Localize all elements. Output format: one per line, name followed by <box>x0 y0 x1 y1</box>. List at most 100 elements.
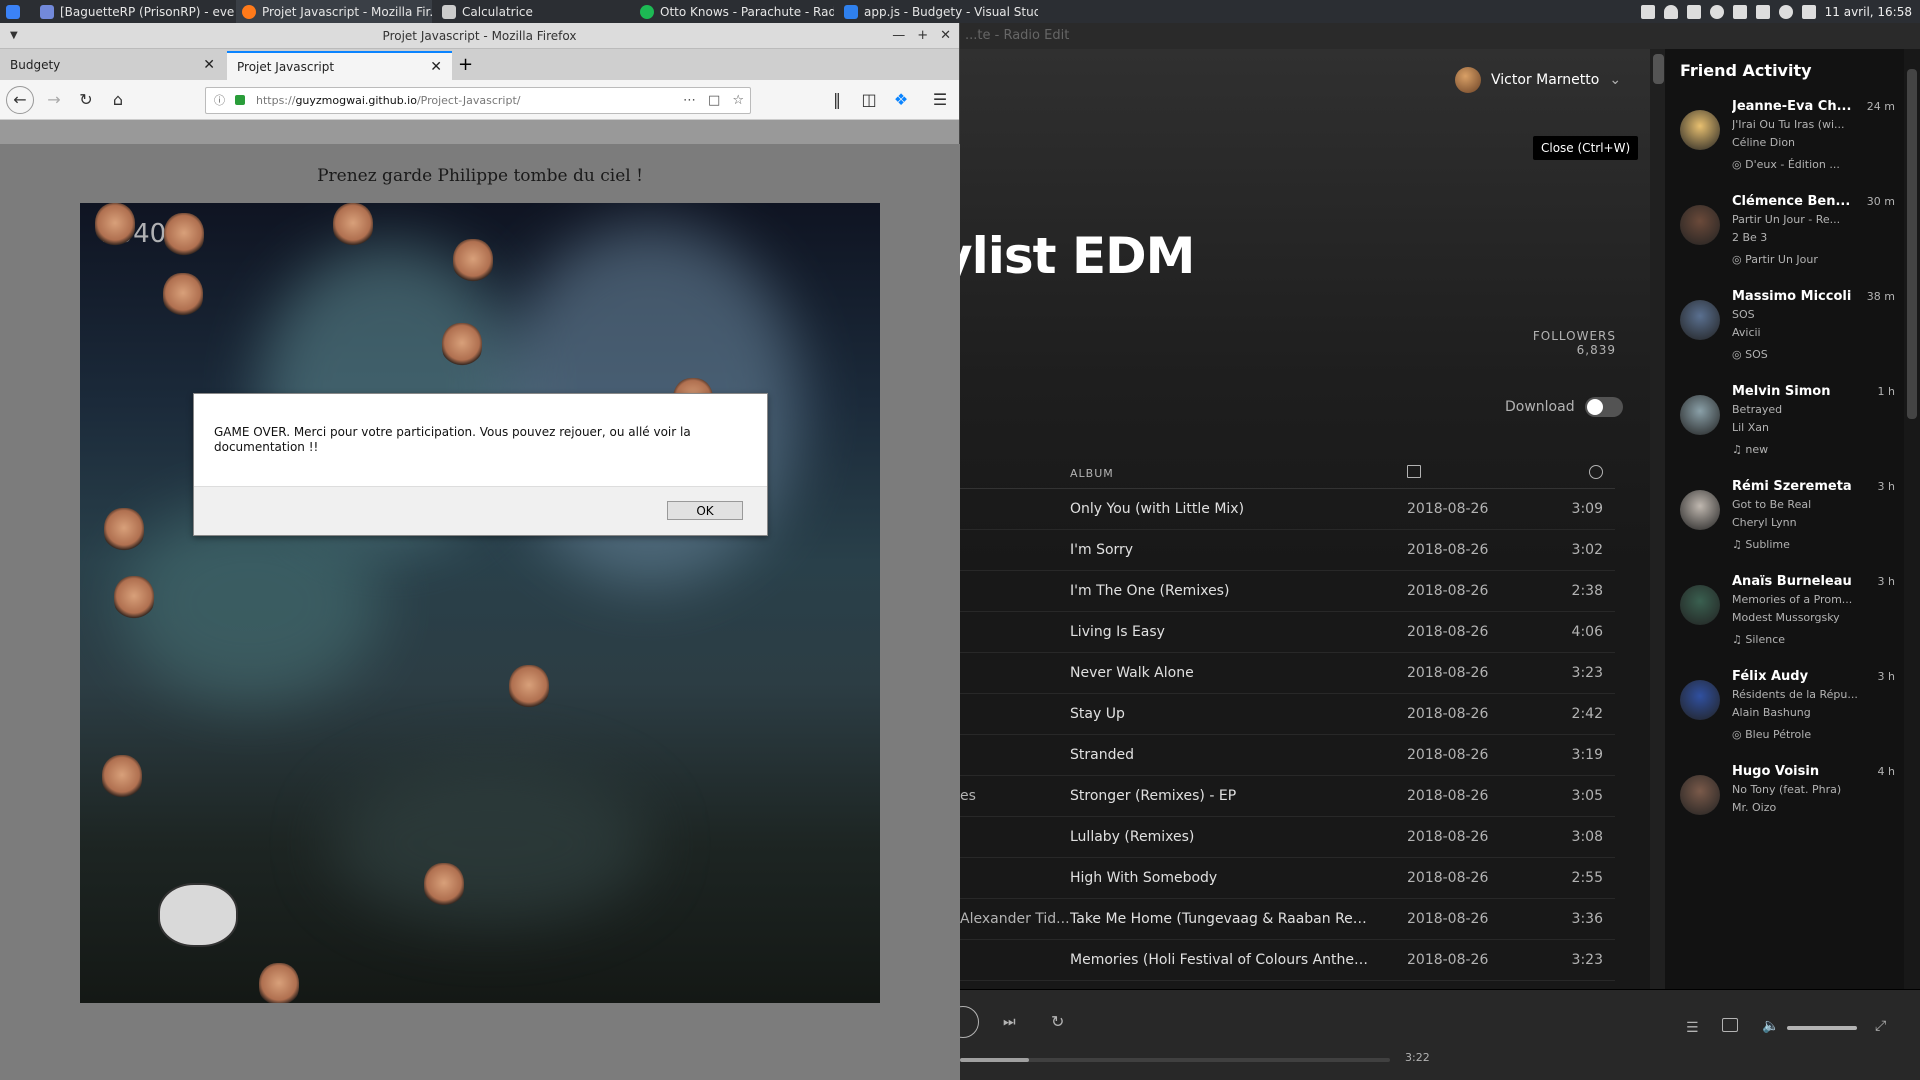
back-button[interactable]: ← <box>6 86 34 114</box>
library-icon[interactable]: ‖ <box>825 88 849 112</box>
notes-icon[interactable] <box>1640 4 1655 19</box>
window-menu-icon[interactable]: ▼ <box>10 23 18 49</box>
friend-song[interactable]: Résidents de la Répu... <box>1732 688 1882 701</box>
hamburger-menu-icon[interactable]: ☰ <box>928 88 952 112</box>
clock[interactable]: 11 avril, 16:58 <box>1825 5 1912 19</box>
devices-icon[interactable] <box>1722 1018 1738 1032</box>
friend-name[interactable]: Anaïs Burneleau <box>1732 574 1857 589</box>
progress-bar[interactable] <box>960 1058 1390 1062</box>
fullscreen-icon[interactable]: ⤢ <box>1875 1018 1886 1034</box>
pocket-icon[interactable]: □ <box>708 88 720 113</box>
network-icon[interactable] <box>1755 4 1770 19</box>
friend-song[interactable]: SOS <box>1732 308 1882 321</box>
friend-song[interactable]: Got to Be Real <box>1732 498 1882 511</box>
ok-button[interactable]: OK <box>667 501 743 520</box>
friend-item[interactable]: Rémi Szeremeta 3 h Got to Be Real Cheryl Ly… <box>1680 474 1895 574</box>
friend-artist[interactable]: 2 Be 3 <box>1732 231 1767 244</box>
task-calculator[interactable]: Calculatrice <box>436 0 626 23</box>
volume-tray-icon[interactable] <box>1801 4 1816 19</box>
scrollbar-thumb[interactable] <box>1907 69 1917 419</box>
task-vscode[interactable]: app.js - Budgety - Visual Stud... <box>838 0 1038 23</box>
friend-avatar[interactable] <box>1680 585 1720 625</box>
friend-name[interactable]: Félix Audy <box>1732 669 1857 684</box>
friend-avatar[interactable] <box>1680 680 1720 720</box>
friend-context[interactable]: ◎ D'eux - Édition ... <box>1732 158 1840 171</box>
friend-avatar[interactable] <box>1680 775 1720 815</box>
url-bar[interactable]: ⓘ https://guyzmogwai.github.io/Project-J… <box>205 87 751 114</box>
calendar-icon[interactable] <box>1407 465 1421 478</box>
task-firefox[interactable]: Projet Javascript - Mozilla Fir... <box>236 0 432 23</box>
friend-context[interactable]: ♫ Silence <box>1732 633 1785 646</box>
friend-name[interactable]: Jeanne-Eva Ch... <box>1732 99 1857 114</box>
friend-context[interactable]: ♫ Sublime <box>1732 538 1790 551</box>
friend-item[interactable]: Anaïs Burneleau 3 h Memories of a Prom... M… <box>1680 569 1895 669</box>
track-row[interactable]: High With Somebody 2018-08-26 2:55 <box>930 858 1615 899</box>
friend-avatar[interactable] <box>1680 490 1720 530</box>
track-row[interactable]: I'm Sorry 2018-08-26 3:02 <box>930 530 1615 571</box>
track-row[interactable]: Living Is Easy 2018-08-26 4:06 <box>930 612 1615 653</box>
close-icon[interactable]: ✕ <box>940 23 951 49</box>
track-row[interactable]: es Stronger (Remixes) - EP 2018-08-26 3:05 <box>930 776 1615 817</box>
friend-context[interactable]: ♫ new <box>1732 443 1768 456</box>
download-toggle[interactable] <box>1584 397 1623 417</box>
friend-scrollbar[interactable] <box>1904 49 1920 989</box>
friend-name[interactable]: Massimo Miccoli <box>1732 289 1857 304</box>
friend-item[interactable]: Clémence Ben... 30 m Partir Un Jour - Re..… <box>1680 189 1895 289</box>
bookmark-star-icon[interactable]: ☆ <box>732 88 744 113</box>
track-row[interactable]: Stay Up 2018-08-26 2:42 <box>930 694 1615 735</box>
minimize-icon[interactable]: — <box>892 23 905 49</box>
volume-icon[interactable]: 🔈 <box>1762 1018 1779 1034</box>
friend-context[interactable]: ◎ Partir Un Jour <box>1732 253 1818 266</box>
close-tab-icon[interactable]: ✕ <box>430 53 442 82</box>
friend-context[interactable]: ◎ SOS <box>1732 348 1768 361</box>
friend-avatar[interactable] <box>1680 300 1720 340</box>
friend-name[interactable]: Hugo Voisin <box>1732 764 1857 779</box>
clock-icon[interactable] <box>1589 465 1603 479</box>
extension-icon[interactable]: ❖ <box>889 88 913 112</box>
friend-name[interactable]: Melvin Simon <box>1732 384 1857 399</box>
scrollbar-thumb[interactable] <box>1653 54 1664 84</box>
volume-slider[interactable] <box>1787 1026 1857 1030</box>
task-discord[interactable]: [BaguetteRP (PrisonRP) - eve... <box>34 0 234 23</box>
home-icon[interactable]: ⌂ <box>106 88 130 112</box>
maximize-icon[interactable]: + <box>917 23 928 49</box>
friend-context[interactable]: ◎ Bleu Pétrole <box>1732 728 1811 741</box>
friend-name[interactable]: Rémi Szeremeta <box>1732 479 1857 494</box>
friend-item[interactable]: Hugo Voisin 4 h No Tony (feat. Phra) Mr. Oi… <box>1680 759 1895 859</box>
friend-item[interactable]: Melvin Simon 1 h Betrayed Lil Xan ♫ new <box>1680 379 1895 479</box>
discord-tray-icon[interactable] <box>1732 4 1747 19</box>
track-row[interactable]: I'm The One (Remixes) 2018-08-26 2:38 <box>930 571 1615 612</box>
dropbox-icon[interactable] <box>1778 4 1793 19</box>
friend-artist[interactable]: Céline Dion <box>1732 136 1795 149</box>
sidebar-icon[interactable]: ◫ <box>857 88 881 112</box>
friend-artist[interactable]: Modest Mussorgsky <box>1732 611 1840 624</box>
friend-song[interactable]: No Tony (feat. Phra) <box>1732 783 1882 796</box>
friend-item[interactable]: Massimo Miccoli 38 m SOS Avicii ◎ SOS <box>1680 284 1895 384</box>
friend-artist[interactable]: Avicii <box>1732 326 1761 339</box>
forward-button[interactable]: → <box>42 88 66 112</box>
mail-icon[interactable] <box>1686 4 1701 19</box>
friend-item[interactable]: Félix Audy 3 h Résidents de la Répu... Alai… <box>1680 664 1895 764</box>
track-row[interactable]: Memories (Holi Festival of Colours Anthe… <box>930 940 1615 981</box>
page-actions-icon[interactable]: ⋯ <box>683 88 696 113</box>
friend-song[interactable]: Partir Un Jour - Re... <box>1732 213 1882 226</box>
info-icon[interactable]: ⓘ <box>214 88 225 113</box>
close-tab-icon[interactable]: ✕ <box>203 51 215 80</box>
friend-artist[interactable]: Mr. Oizo <box>1732 801 1776 814</box>
app-menu-button[interactable] <box>0 0 30 23</box>
friend-artist[interactable]: Lil Xan <box>1732 421 1769 434</box>
friend-artist[interactable]: Cheryl Lynn <box>1732 516 1797 529</box>
friend-item[interactable]: Jeanne-Eva Ch... 24 m J'Irai Ou Tu Iras (w… <box>1680 94 1895 194</box>
user-menu[interactable]: Victor Marnetto ⌄ <box>1455 67 1621 93</box>
bell-icon[interactable] <box>1663 4 1678 19</box>
next-track-icon[interactable]: ⏭ <box>1003 1014 1016 1030</box>
steam-icon[interactable] <box>1709 4 1724 19</box>
friend-song[interactable]: J'Irai Ou Tu Iras (wi... <box>1732 118 1882 131</box>
track-row[interactable]: Only You (with Little Mix) 2018-08-26 3:09 <box>930 489 1615 530</box>
friend-song[interactable]: Memories of a Prom... <box>1732 593 1882 606</box>
repeat-icon[interactable]: ↻ <box>1051 1012 1064 1031</box>
friend-name[interactable]: Clémence Ben... <box>1732 194 1857 209</box>
reload-icon[interactable]: ↻ <box>74 88 98 112</box>
friend-avatar[interactable] <box>1680 205 1720 245</box>
new-tab-button[interactable]: + <box>458 51 473 79</box>
